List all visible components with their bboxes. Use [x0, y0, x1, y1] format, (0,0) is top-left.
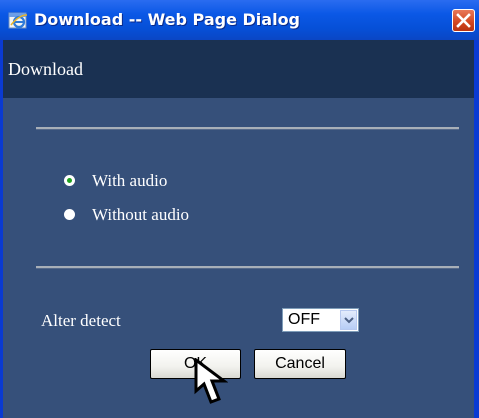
alter-detect-value: OFF — [288, 311, 320, 328]
dialog-window: Download -- Web Page Dialog Download Wit… — [0, 0, 479, 418]
header-band: Download — [3, 40, 474, 98]
radio-label-with-audio: With audio — [92, 171, 168, 190]
close-button[interactable] — [452, 9, 475, 32]
top-divider — [36, 127, 459, 130]
cancel-button[interactable]: Cancel — [254, 349, 346, 379]
internet-explorer-icon — [7, 9, 29, 31]
header-label: Download — [8, 59, 83, 79]
chevron-down-icon — [344, 317, 354, 324]
alter-detect-select[interactable]: OFF — [282, 308, 359, 332]
radio-button-selected[interactable] — [64, 175, 75, 186]
radio-label-without-audio: Without audio — [92, 205, 190, 224]
dropdown-arrow[interactable] — [340, 310, 357, 330]
radio-button[interactable] — [64, 209, 75, 220]
alter-detect-label: Alter detect — [41, 311, 121, 330]
title-bar[interactable]: Download -- Web Page Dialog — [0, 0, 479, 40]
close-icon — [456, 13, 471, 28]
mouse-pointer-icon — [194, 358, 228, 404]
window-title: Download -- Web Page Dialog — [34, 10, 301, 29]
bottom-divider — [36, 266, 459, 269]
